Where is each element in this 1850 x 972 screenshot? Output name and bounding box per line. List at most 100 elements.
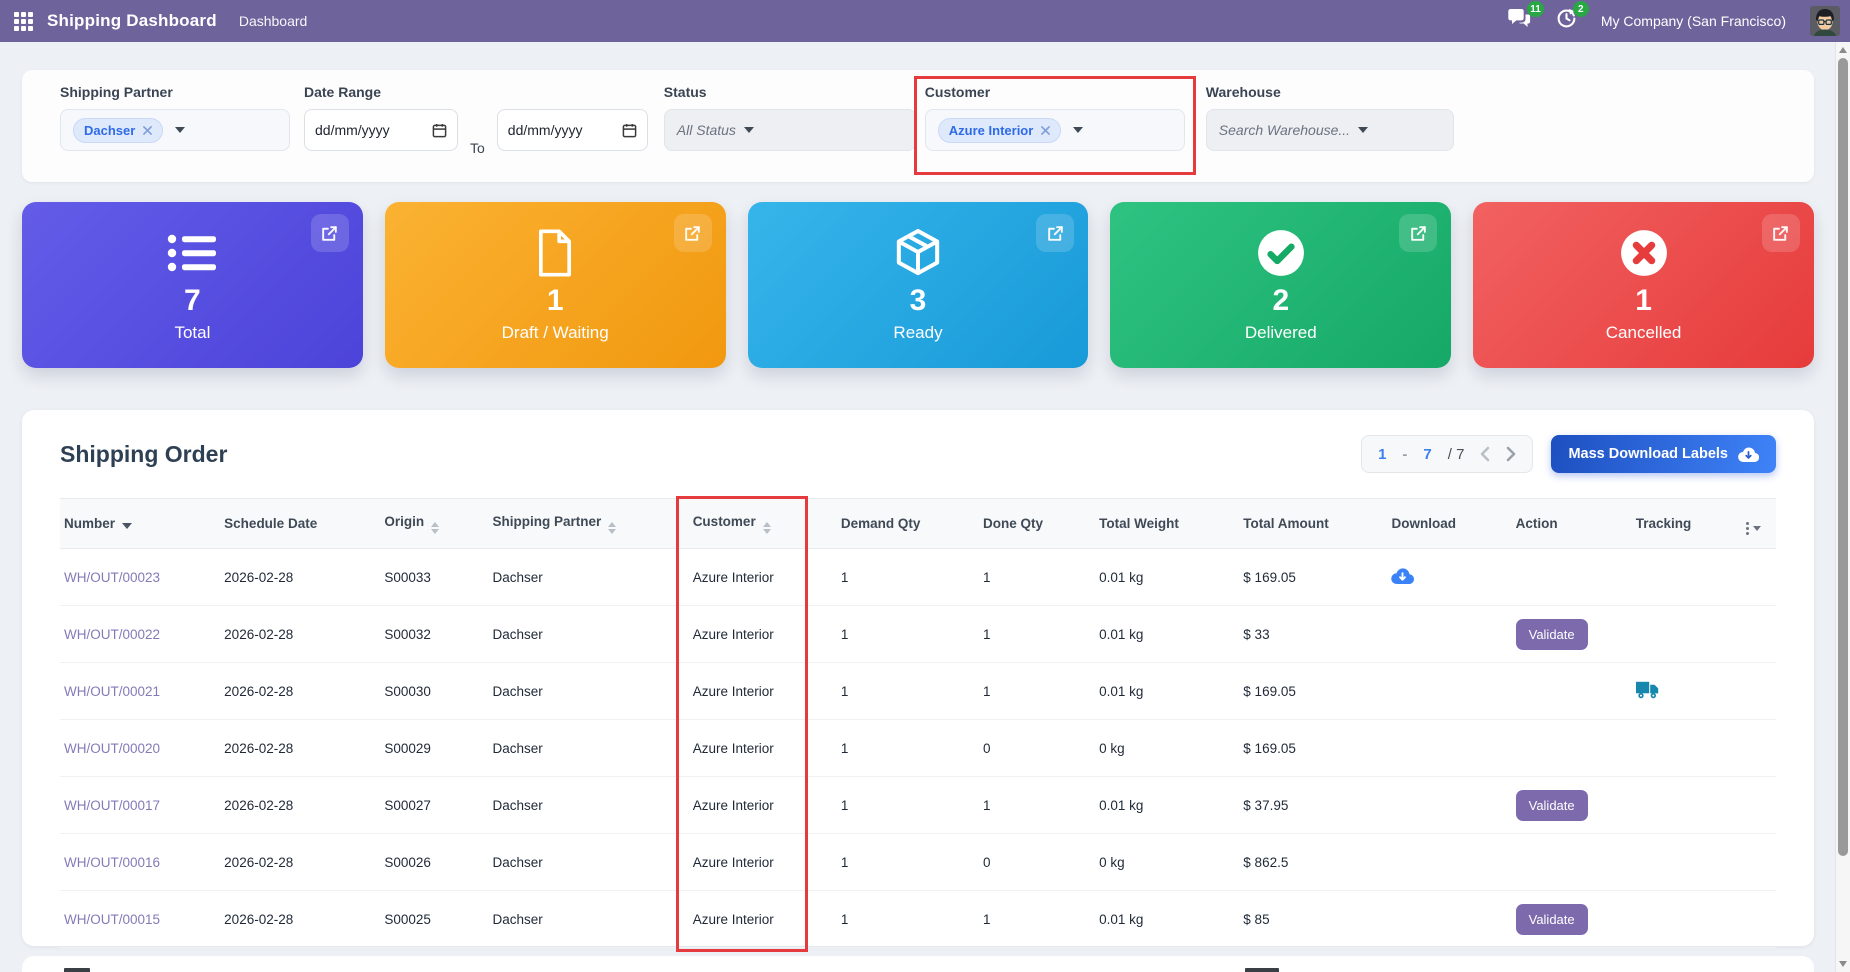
chevron-right-icon[interactable]: [1506, 446, 1516, 462]
demand-qty-cell: 1: [836, 833, 980, 891]
shipping-partner-cell: Dachser: [488, 605, 689, 663]
column-header-total-amount: Total Amount: [1239, 498, 1388, 549]
truck-icon[interactable]: [1635, 681, 1660, 699]
apps-grid-icon[interactable]: [14, 11, 33, 31]
shipping-partner-cell: Dachser: [488, 719, 689, 777]
total-amount-cell: $ 37.95: [1239, 776, 1388, 834]
order-number-link[interactable]: WH/OUT/00021: [64, 684, 160, 699]
order-number-link[interactable]: WH/OUT/00023: [64, 570, 160, 585]
done-qty-cell: 1: [979, 662, 1096, 720]
shipping-partner-cell: Dachser: [488, 833, 689, 891]
activities-menu[interactable]: 2: [1556, 1, 1589, 34]
scroll-down-arrow-icon[interactable]: [1839, 961, 1847, 967]
date-from-input[interactable]: dd/mm/yyyy: [304, 109, 458, 151]
schedule-date-cell: 2026-02-28: [220, 776, 381, 834]
date-range-label: Date Range: [304, 84, 382, 100]
column-header-done-qty: Done Qty: [979, 498, 1096, 549]
customer-cell: Azure Interior: [688, 776, 837, 834]
column-header-customer[interactable]: Customer: [688, 498, 837, 549]
shipping-partner-select[interactable]: Dachser: [60, 109, 290, 151]
schedule-date-cell: 2026-02-28: [220, 662, 381, 720]
chevron-left-icon[interactable]: [1480, 446, 1490, 462]
scrollbar-thumb[interactable]: [1838, 58, 1848, 856]
messages-menu[interactable]: 11: [1508, 1, 1544, 34]
chip-remove-icon[interactable]: [1041, 125, 1051, 135]
chevron-down-icon: [743, 127, 754, 133]
chip-remove-icon[interactable]: [143, 125, 153, 135]
page-title: Shipping Order: [60, 440, 228, 467]
order-number-link[interactable]: WH/OUT/00016: [64, 855, 160, 870]
clipped-bottom-panel: [22, 956, 1814, 972]
external-link-icon[interactable]: [1761, 214, 1800, 252]
validate-button[interactable]: Validate: [1515, 618, 1588, 650]
customer-select[interactable]: Azure Interior: [924, 109, 1185, 151]
validate-button[interactable]: Validate: [1515, 789, 1588, 821]
column-header-origin[interactable]: Origin: [380, 498, 489, 549]
shipping-partner-cell: Dachser: [488, 890, 689, 948]
demand-qty-cell: 1: [836, 776, 980, 834]
done-qty-cell: 1: [979, 605, 1096, 663]
demand-qty-cell: 1: [836, 890, 980, 948]
company-switcher[interactable]: My Company (San Francisco): [1601, 13, 1786, 29]
card-label: Total: [174, 323, 211, 342]
external-link-icon[interactable]: [310, 214, 349, 252]
vertical-scrollbar[interactable]: [1835, 42, 1850, 972]
pagination: 1 - 7 / 7: [1361, 435, 1534, 473]
schedule-date-cell: 2026-02-28: [220, 548, 381, 606]
customer-cell: Azure Interior: [688, 719, 837, 777]
origin-cell: S00033: [380, 548, 489, 606]
done-qty-cell: 0: [979, 719, 1096, 777]
order-number-link[interactable]: WH/OUT/00015: [64, 912, 160, 927]
demand-qty-cell: 1: [836, 719, 980, 777]
column-header-shipping-partner[interactable]: Shipping Partner: [488, 498, 689, 549]
card-delivered[interactable]: 2 Delivered: [1110, 202, 1452, 368]
sort-desc-icon: [122, 523, 133, 529]
shipping-partner-label: Shipping Partner: [60, 84, 173, 100]
total-amount-cell: $ 33: [1239, 605, 1388, 663]
order-number-link[interactable]: WH/OUT/00020: [64, 741, 160, 756]
total-amount-cell: $ 169.05: [1239, 719, 1388, 777]
demand-qty-cell: 1: [836, 605, 980, 663]
external-link-icon[interactable]: [1399, 214, 1438, 252]
calendar-icon[interactable]: [432, 123, 447, 138]
total-weight-cell: 0.01 kg: [1095, 890, 1240, 948]
customer-cell: Azure Interior: [688, 605, 837, 663]
chevron-down-icon: [1358, 127, 1369, 133]
customer-cell: Azure Interior: [688, 833, 837, 891]
orders-table: Number Schedule Date Origin Shipping Par…: [60, 498, 1776, 948]
card-label: Draft / Waiting: [501, 323, 609, 342]
menu-dashboard[interactable]: Dashboard: [239, 13, 308, 29]
date-to-input[interactable]: dd/mm/yyyy: [496, 109, 648, 151]
table-row: WH/OUT/00016 2026-02-28 S00026 Dachser A…: [60, 833, 1776, 891]
scroll-up-arrow-icon[interactable]: [1839, 47, 1847, 53]
status-select[interactable]: All Status: [663, 109, 916, 151]
shipping-partner-cell: Dachser: [488, 776, 689, 834]
column-header-number[interactable]: Number: [60, 498, 221, 549]
card-draft-waiting[interactable]: 1 Draft / Waiting: [384, 202, 726, 368]
card-label: Cancelled: [1605, 323, 1682, 342]
order-number-link[interactable]: WH/OUT/00022: [64, 627, 160, 642]
warehouse-search-input[interactable]: Search Warehouse...: [1205, 109, 1454, 151]
table-row: WH/OUT/00021 2026-02-28 S00030 Dachser A…: [60, 662, 1776, 720]
sort-icon: [608, 521, 617, 534]
total-amount-cell: $ 169.05: [1239, 662, 1388, 720]
mass-download-labels-button[interactable]: Mass Download Labels: [1551, 435, 1776, 473]
external-link-icon[interactable]: [673, 214, 712, 252]
schedule-date-cell: 2026-02-28: [220, 890, 381, 948]
card-label: Delivered: [1244, 323, 1317, 342]
customer-label: Customer: [924, 84, 991, 100]
card-total[interactable]: 7 Total: [22, 202, 363, 368]
card-ready[interactable]: 3 Ready: [747, 202, 1089, 368]
sort-icon: [762, 521, 771, 534]
origin-cell: S00030: [380, 662, 489, 720]
table-row: WH/OUT/00020 2026-02-28 S00029 Dachser A…: [60, 719, 1776, 777]
download-cloud-icon[interactable]: [1391, 567, 1415, 585]
validate-button[interactable]: Validate: [1515, 903, 1588, 935]
calendar-icon[interactable]: [622, 123, 637, 138]
table-row: WH/OUT/00023 2026-02-28 S00033 Dachser A…: [60, 548, 1776, 606]
column-options-icon[interactable]: [1741, 498, 1776, 549]
user-avatar[interactable]: [1810, 6, 1840, 36]
external-link-icon[interactable]: [1036, 214, 1075, 252]
card-cancelled[interactable]: 1 Cancelled: [1473, 202, 1814, 368]
order-number-link[interactable]: WH/OUT/00017: [64, 798, 160, 813]
